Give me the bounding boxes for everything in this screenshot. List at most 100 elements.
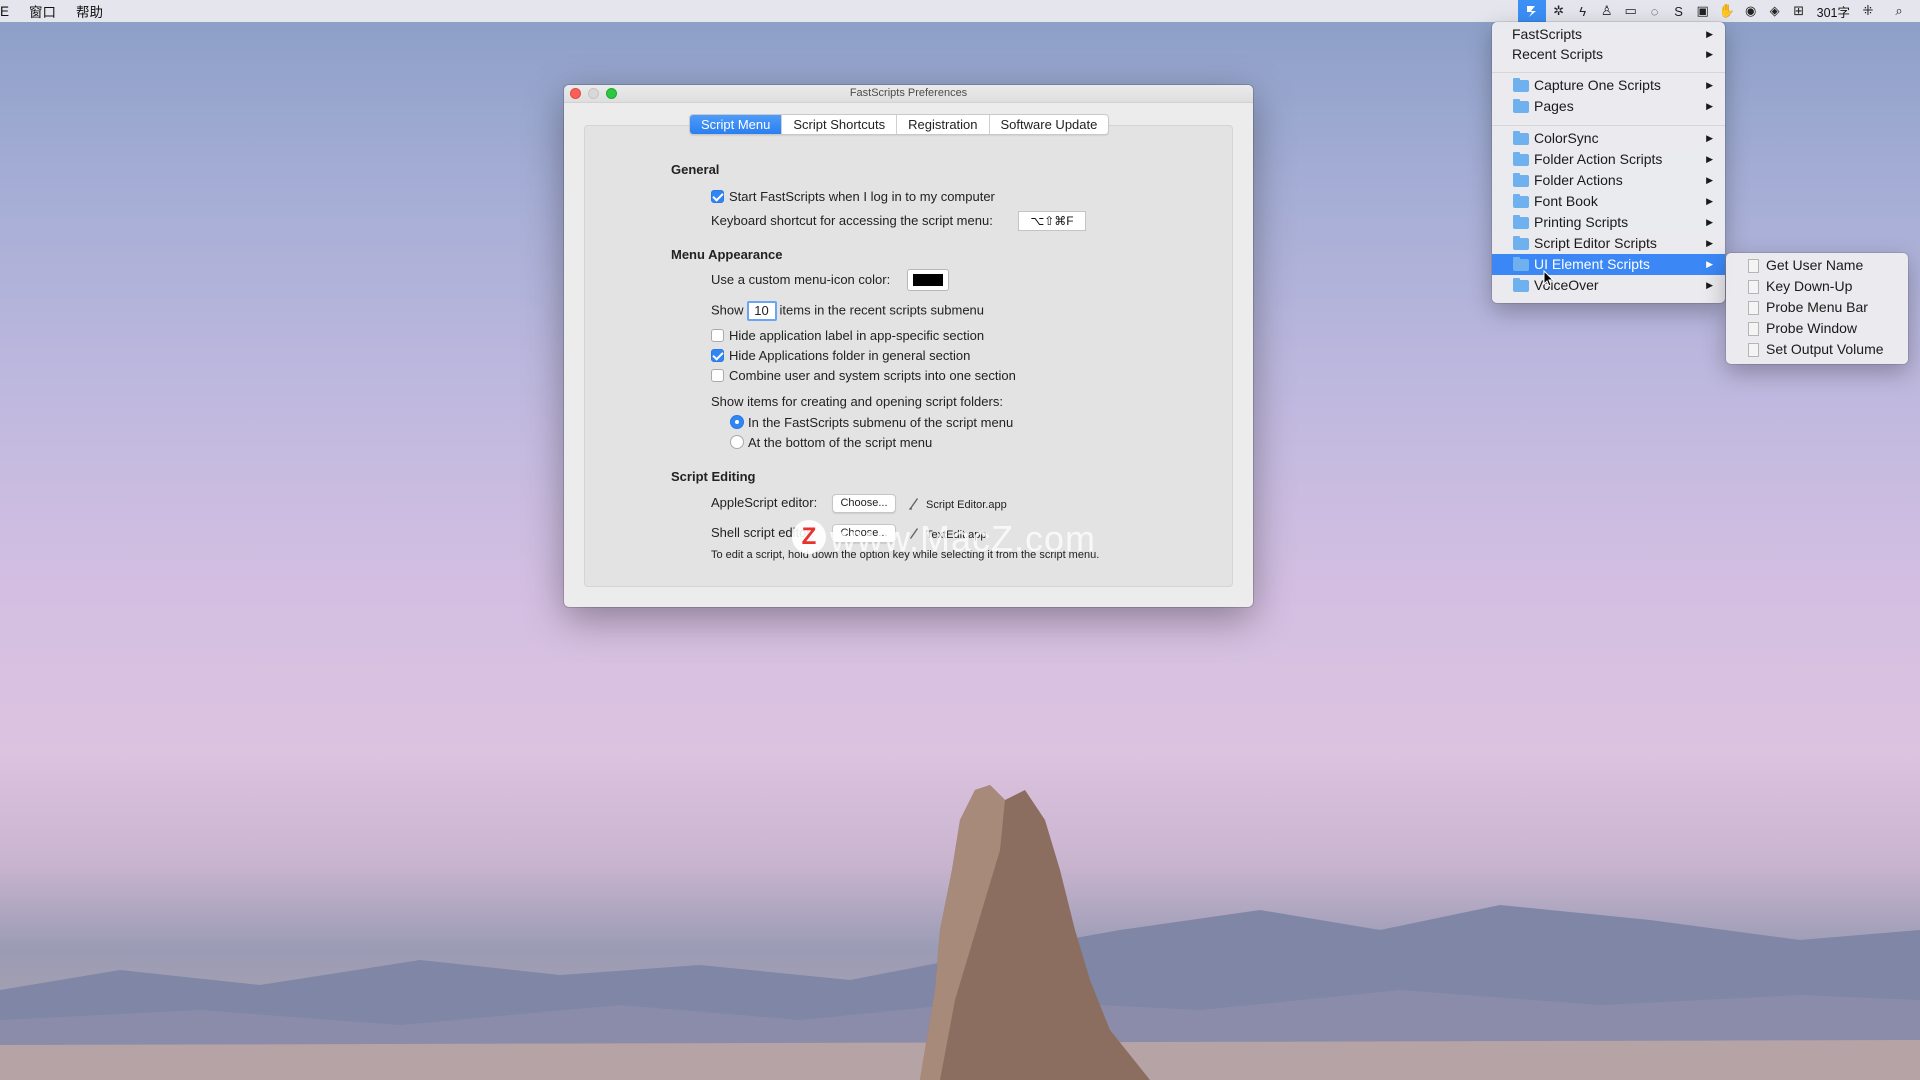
submenu-item-probe-window[interactable]: Probe Window: [1726, 318, 1908, 339]
menu-item-folder-actions[interactable]: Folder Actions ▶: [1492, 170, 1725, 191]
tab-script-menu[interactable]: Script Menu: [690, 115, 783, 134]
submenu-item-get-user-name[interactable]: Get User Name: [1726, 255, 1908, 276]
radio-fastscripts-submenu[interactable]: [730, 415, 744, 429]
menu-item-label: Recent Scripts: [1512, 46, 1604, 62]
menu-item-colorsync[interactable]: ColorSync ▶: [1492, 128, 1725, 149]
fastscripts-icon[interactable]: [1517, 0, 1546, 22]
applescript-editor-label: AppleScript editor:: [711, 495, 818, 510]
ui-element-scripts-submenu: Get User Name Key Down-Up Probe Menu Bar…: [1726, 253, 1908, 364]
combine-text: Combine user and system scripts into one…: [729, 368, 1016, 383]
combine-checkbox[interactable]: [711, 369, 724, 382]
hand-icon[interactable]: ✋: [1716, 0, 1738, 22]
shortcut-label: Keyboard shortcut for accessing the scri…: [711, 213, 993, 228]
menu-separator: [1492, 72, 1725, 73]
submenu-item-label: Get User Name: [1766, 257, 1864, 273]
submenu-item-label: Probe Window: [1766, 320, 1858, 336]
folders-label: Show items for creating and opening scri…: [711, 394, 1003, 409]
submenu-arrow-icon: ▶: [1706, 80, 1713, 90]
script-file-icon: [1748, 322, 1759, 336]
start-login-checkbox[interactable]: [711, 190, 724, 203]
menu-item-font-book[interactable]: Font Book ▶: [1492, 191, 1725, 212]
watermark-text: www.MacZ.com: [830, 518, 1097, 559]
applescript-app-name: Script Editor.app: [926, 499, 1007, 511]
search-icon[interactable]: ⌕: [1888, 0, 1910, 22]
appearance-heading: Menu Appearance: [671, 247, 783, 262]
submenu-item-key-down-up[interactable]: Key Down-Up: [1726, 276, 1908, 297]
submenu-item-probe-menu-bar[interactable]: Probe Menu Bar: [1726, 297, 1908, 318]
tab-registration[interactable]: Registration: [897, 115, 990, 134]
menu-item-label: Folder Actions: [1534, 172, 1623, 188]
title-bar: FastScripts Preferences: [564, 85, 1253, 103]
submenu-item-label: Set Output Volume: [1766, 341, 1884, 357]
submenu-arrow-icon: ▶: [1706, 29, 1713, 39]
folder-icon: [1513, 215, 1529, 229]
menu-item-recent-scripts[interactable]: Recent Scripts ▶: [1492, 44, 1725, 65]
tab-script-shortcuts[interactable]: Script Shortcuts: [782, 115, 898, 134]
menu-bar-item-window[interactable]: 窗口: [29, 1, 56, 21]
hide-apps-folder-checkbox[interactable]: [711, 349, 724, 362]
menu-item-printing-scripts[interactable]: Printing Scripts ▶: [1492, 212, 1725, 233]
submenu-arrow-icon: ▶: [1706, 238, 1713, 248]
folder-icon: [1513, 236, 1529, 250]
sparkle-icon[interactable]: ✲: [1548, 0, 1570, 22]
radio-bottom-row[interactable]: At the bottom of the script menu: [730, 435, 932, 450]
script-file-icon: [1748, 343, 1759, 357]
menu-item-capture-one-scripts[interactable]: Capture One Scripts ▶: [1492, 75, 1725, 96]
submenu-item-set-output-volume[interactable]: Set Output Volume: [1726, 339, 1908, 360]
hide-apps-folder-row[interactable]: Hide Applications folder in general sect…: [711, 348, 970, 363]
shield-icon[interactable]: ◈: [1764, 0, 1786, 22]
menu-bar-item-edit[interactable]: E: [0, 4, 9, 19]
menu-item-label: ColorSync: [1534, 130, 1599, 146]
menu-item-label: Printing Scripts: [1534, 214, 1629, 230]
menu-bar-item-help[interactable]: 帮助: [76, 1, 103, 21]
hide-app-label-row[interactable]: Hide application label in app-specific s…: [711, 328, 984, 343]
word-count[interactable]: 301字: [1817, 2, 1850, 21]
dots-icon[interactable]: ⁜: [1857, 0, 1879, 22]
person-icon[interactable]: ♙: [1596, 0, 1618, 22]
menu-item-label: Pages: [1534, 98, 1574, 114]
radio-bottom[interactable]: [730, 435, 744, 449]
folder-icon: [1513, 99, 1529, 113]
screen-icon[interactable]: ▣: [1692, 0, 1714, 22]
folder-icon: [1513, 78, 1529, 92]
recent-count-row: Show 10 items in the recent scripts submen…: [711, 301, 984, 321]
grid-icon[interactable]: ⊞: [1788, 0, 1810, 22]
s-icon[interactable]: S: [1668, 0, 1690, 22]
start-login-row[interactable]: Start FastScripts when I log in to my co…: [711, 189, 995, 204]
submenu-arrow-icon: ▶: [1706, 133, 1713, 143]
menu-item-fastscripts[interactable]: FastScripts ▶: [1492, 24, 1725, 45]
submenu-arrow-icon: ▶: [1706, 154, 1713, 164]
submenu-item-label: Probe Menu Bar: [1766, 299, 1868, 315]
menu-icon-color-well[interactable]: [907, 269, 949, 291]
applescript-app-row: Script Editor.app: [908, 496, 1007, 511]
start-login-label: Start FastScripts when I log in to my co…: [729, 189, 995, 204]
radio-fastscripts-submenu-row[interactable]: In the FastScripts submenu of the script…: [730, 415, 1013, 430]
radio-1-label: In the FastScripts submenu of the script…: [748, 415, 1014, 430]
folder-icon: [1513, 278, 1529, 292]
bolt-icon[interactable]: ϟ: [1572, 0, 1594, 22]
menu-bar: E 窗口 帮助 ✲ ϟ ♙ ▭ ◌ S ▣ ✋ ◉ ◈ ⊞ 301字 ⁜ ⌕: [0, 0, 1920, 22]
applescript-choose-button[interactable]: Choose...: [832, 494, 896, 513]
submenu-arrow-icon: ▶: [1706, 217, 1713, 227]
fastscripts-menu: FastScripts ▶ Recent Scripts ▶ Capture One…: [1492, 22, 1725, 303]
menu-item-script-editor-scripts[interactable]: Script Editor Scripts ▶: [1492, 233, 1725, 254]
recent-count-field[interactable]: 10: [746, 301, 777, 321]
show-suffix-label: items in the recent scripts submenu: [779, 302, 985, 318]
record-icon[interactable]: ◉: [1740, 0, 1762, 22]
menu-item-voiceover[interactable]: VoiceOver ▶: [1492, 275, 1725, 296]
submenu-item-label: Key Down-Up: [1766, 278, 1853, 294]
menu-item-pages[interactable]: Pages ▶: [1492, 96, 1725, 117]
folder-icon: [1513, 152, 1529, 166]
shortcut-field[interactable]: ⌥⇧⌘F: [1018, 211, 1086, 231]
chat-icon[interactable]: ◌: [1644, 0, 1666, 22]
camera-icon[interactable]: ▭: [1620, 0, 1642, 22]
hide-app-label-checkbox[interactable]: [711, 329, 724, 342]
show-prefix-label: Show: [711, 302, 744, 318]
script-file-icon: [1748, 280, 1759, 294]
menu-item-label: FastScripts: [1512, 26, 1583, 42]
hide-apps-folder-text: Hide Applications folder in general sect…: [729, 348, 971, 363]
menu-item-folder-action-scripts[interactable]: Folder Action Scripts ▶: [1492, 149, 1725, 170]
combine-row[interactable]: Combine user and system scripts into one…: [711, 368, 1016, 383]
menu-item-ui-element-scripts[interactable]: UI Element Scripts ▶: [1492, 254, 1725, 275]
tab-software-update[interactable]: Software Update: [990, 115, 1109, 134]
